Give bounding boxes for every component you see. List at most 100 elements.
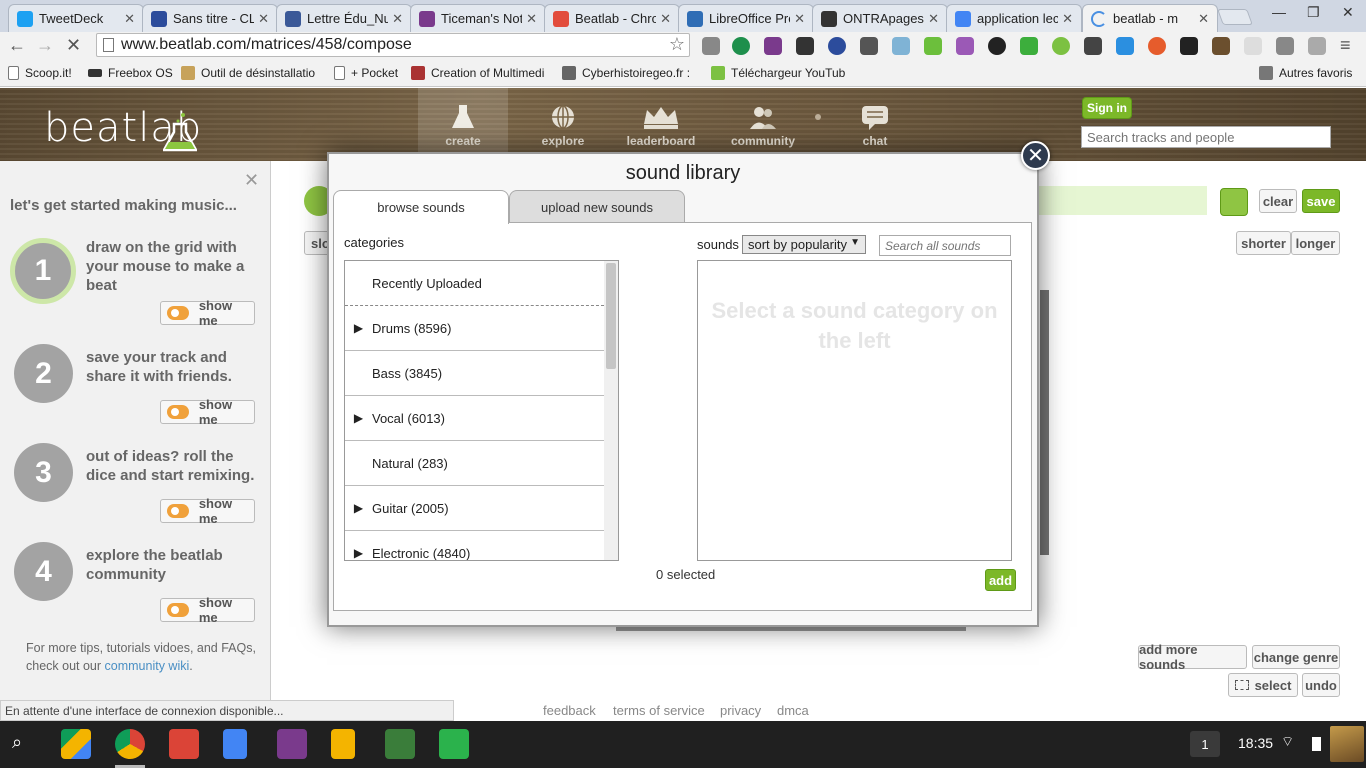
footer-link[interactable]: terms of service [613,703,705,718]
fish-icon[interactable] [1180,37,1198,55]
database-icon[interactable] [1276,37,1294,55]
footer-link[interactable]: privacy [720,703,761,718]
browser-tab-active[interactable]: beatlab - m ✕ [1082,4,1218,32]
add-more-sounds-button[interactable]: add more sounds [1138,642,1247,672]
category-item[interactable]: ▶ Vocal (6013) [345,396,604,441]
close-tab-icon[interactable]: ✕ [1198,11,1209,27]
close-tab-icon[interactable]: ✕ [124,11,135,27]
category-item[interactable]: ▶ Guitar (2005) [345,486,604,531]
app-icon[interactable] [385,729,415,759]
avatar[interactable] [1330,726,1364,762]
bookmark-item[interactable]: Scoop.it! [8,66,72,80]
show-me-button[interactable]: show me [160,298,255,328]
site-search-input[interactable] [1081,126,1331,148]
browser-tab[interactable]: Beatlab - Chrome✕ [544,4,680,32]
category-item[interactable]: Recently Uploaded [345,261,604,306]
close-tab-icon[interactable]: ✕ [660,11,671,27]
nav-community[interactable]: community [718,88,808,161]
community-wiki-link[interactable]: community wiki [105,659,190,673]
browser-tab[interactable]: Lettre Édu_Num✕ [276,4,412,32]
expand-arrow-icon[interactable]: ▶ [345,546,372,560]
onenote-icon[interactable] [764,37,782,55]
tab-upload-sounds[interactable]: upload new sounds [509,190,685,223]
browser-tab[interactable]: LibreOffice Pro ✕ [678,4,814,32]
browser-tab[interactable]: ONTRApages I ✕ [812,4,948,32]
nav-leaderboard[interactable]: leaderboard [618,88,704,161]
back-icon[interactable]: ← [8,35,26,56]
search-icon[interactable]: ⌕ [12,732,22,753]
color-wheel-icon[interactable] [988,37,1006,55]
klik-icon[interactable] [828,37,846,55]
forward-icon[interactable]: → [36,35,54,56]
show-me-button[interactable]: show me [160,496,255,526]
show-me-button[interactable]: show me [160,595,255,625]
download-icon[interactable] [924,37,942,55]
sort-select[interactable]: sort by popularity ▼ [742,235,866,254]
bookmark-item[interactable]: Creation of Multimedi [411,66,544,80]
film-icon[interactable] [796,37,814,55]
chat-bubble-icon[interactable] [1084,37,1102,55]
close-tab-icon[interactable]: ✕ [392,11,403,27]
pen-icon[interactable] [1212,37,1230,55]
close-modal-icon[interactable]: ✕ [1021,141,1050,170]
docs-icon[interactable] [223,729,247,759]
bookmark-item[interactable]: Outil de désinstallatio [181,66,315,80]
green-circle-icon[interactable] [1052,37,1070,55]
category-item[interactable]: Natural (283) [345,441,604,486]
record-icon[interactable] [1148,37,1166,55]
nav-create[interactable]: create [418,88,508,161]
category-item[interactable]: ▶ Drums (8596) [345,306,604,351]
bookmark-item[interactable]: Cyberhistoiregeo.fr : [562,66,690,80]
close-window-icon[interactable]: ✕ [1342,4,1354,21]
add-button[interactable]: add [985,569,1016,591]
longer-button[interactable]: longer [1291,231,1340,255]
change-genre-button[interactable]: change genre [1252,645,1340,669]
address-bar[interactable]: www.beatlab.com/matrices/458/compose ☆ [96,33,690,57]
browser-tab[interactable]: TweetDeck ✕ [8,4,144,32]
clock[interactable]: 18:35 [1238,735,1273,751]
shorter-button[interactable]: shorter [1236,231,1291,255]
footer-link[interactable]: feedback [543,703,596,718]
bookmark-item[interactable]: Freebox OS [88,66,173,80]
new-tab-button[interactable] [1217,9,1253,25]
clear-button[interactable]: clear [1259,189,1297,213]
minimize-icon[interactable]: — [1272,4,1286,20]
category-scroll-thumb[interactable] [606,263,616,369]
select-button[interactable]: select [1228,673,1298,697]
close-tab-icon[interactable]: ✕ [1062,11,1073,27]
bookmark-star-icon[interactable]: ☆ [669,34,685,55]
camera-icon[interactable] [892,37,910,55]
browser-tab[interactable]: application lec ✕ [946,4,1082,32]
battery-icon[interactable] [1312,737,1321,751]
expand-arrow-icon[interactable]: ▶ [345,411,372,425]
close-tab-icon[interactable]: ✕ [928,11,939,27]
extension-icon[interactable] [702,37,720,55]
dice-icon[interactable] [1220,188,1248,216]
nav-chat[interactable]: chat [830,88,920,161]
bookmark-item[interactable]: Téléchargeur YouTub [711,66,845,80]
drive-icon[interactable] [61,729,91,759]
footer-link[interactable]: dmca [777,703,809,718]
rss-icon[interactable] [1308,37,1326,55]
nt-icon[interactable] [1244,37,1262,55]
printer-icon[interactable] [1020,37,1038,55]
feather-icon[interactable] [956,37,974,55]
bookmark-other[interactable]: Autres favoris [1259,66,1352,80]
tab-browse-sounds[interactable]: browse sounds [333,190,509,224]
wifi-icon[interactable]: ⌔ [1281,733,1294,751]
owl-icon[interactable] [1116,37,1134,55]
category-item[interactable]: Bass (3845) [345,351,604,396]
extension-icon[interactable] [732,37,750,55]
close-tab-icon[interactable]: ✕ [526,11,537,27]
extension-icon[interactable] [860,37,878,55]
maximize-icon[interactable]: ❐ [1307,4,1320,21]
browser-tab[interactable]: Sans titre - CLIK✕ [142,4,278,32]
menu-icon[interactable]: ≡ [1340,35,1351,56]
category-item[interactable]: ▶ Electronic (4840) [345,531,604,561]
gmail-icon[interactable] [169,729,199,759]
sound-search-input[interactable] [879,235,1011,256]
expand-arrow-icon[interactable]: ▶ [345,501,372,515]
nav-explore[interactable]: explore [518,88,608,161]
close-tab-icon[interactable]: ✕ [794,11,805,27]
feedly-icon[interactable] [439,729,469,759]
